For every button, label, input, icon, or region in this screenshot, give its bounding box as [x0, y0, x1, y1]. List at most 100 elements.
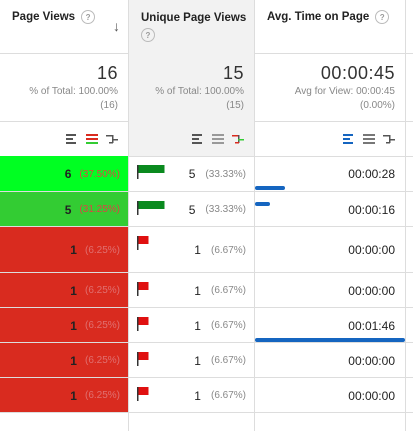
cell-unique-page-views: 1 (6.67%) — [129, 273, 254, 308]
avg-time-bar — [255, 186, 285, 190]
header-unique-page-views-label: Unique Page Views — [141, 12, 247, 24]
total-percent: % of Total: 100.00% — [29, 86, 118, 97]
unique-page-views-value: 1 — [194, 388, 201, 403]
unique-page-views-percent: (6.67%) — [210, 355, 246, 366]
total-unique-page-views: 15 % of Total: 100.00% (15) — [129, 53, 254, 121]
avg-time-value: 00:00:00 — [348, 283, 395, 298]
cell-avg-time-on-page: 00:00:00 — [255, 273, 405, 308]
cell-unique-page-views: 1 (6.67%) — [129, 378, 254, 413]
flag-icon — [137, 282, 149, 296]
unique-page-views-value: 1 — [194, 243, 201, 257]
table-row: 1 (6.25%) 1 (6.67%) 00:00:00 — [0, 227, 413, 273]
cell-page-views: 5 (31.25%) — [0, 192, 128, 227]
comparison-view-icon[interactable] — [383, 133, 395, 145]
cell-avg-time-on-page: 00:00:00 — [255, 227, 405, 273]
header-page-views-label: Page Views — [12, 11, 76, 24]
flag-icon — [137, 387, 149, 401]
page-views-percent: (6.25%) — [84, 320, 120, 331]
avg-viz-toggles — [255, 121, 405, 156]
page-views-value: 5 — [64, 202, 72, 217]
total-count: (16) — [100, 100, 118, 111]
unique-page-views-value: 5 — [188, 202, 196, 217]
flag-icon — [137, 352, 149, 366]
avg-time-value: 00:00:28 — [348, 167, 395, 181]
header-avg-time-on-page[interactable]: Avg. Time on Page? — [255, 0, 405, 53]
page-views-percent: (31.25%) — [79, 204, 120, 215]
avg-time-value: 00:00:16 — [348, 202, 395, 217]
page-views-value: 1 — [70, 353, 77, 368]
analytics-table: Page Views? ↓ Unique Page Views ? Avg. T… — [0, 0, 413, 431]
avg-time-value: 00:00:00 — [348, 388, 395, 403]
flag-icon — [137, 165, 165, 179]
avg-time-bar — [255, 202, 270, 206]
help-icon[interactable]: ? — [81, 10, 96, 24]
cell-avg-time-on-page: 00:00:00 — [255, 343, 405, 378]
page-views-value: 1 — [70, 283, 77, 298]
cell-unique-page-views: 1 (6.67%) — [129, 343, 254, 378]
total-avg-time: 00:00:45 Avg for View: 00:00:45 (0.00%) — [255, 53, 405, 121]
pv-viz-toggles — [0, 121, 128, 156]
total-value: 16 — [96, 63, 118, 83]
cell-page-views: 1 (6.25%) — [0, 308, 128, 343]
bar-view-icon[interactable] — [66, 133, 78, 145]
cell-page-views: 1 (6.25%) — [0, 343, 128, 378]
total-value: 00:00:45 — [320, 63, 395, 83]
page-views-percent: (6.25%) — [84, 285, 120, 296]
unique-page-views-percent: (6.67%) — [210, 244, 246, 256]
header-page-views[interactable]: Page Views? ↓ — [0, 0, 128, 53]
cell-page-views: 1 (6.25%) — [0, 273, 128, 308]
page-views-percent: (37.50%) — [79, 168, 120, 180]
page-views-percent: (6.25%) — [84, 244, 120, 256]
header-avg-time-label: Avg. Time on Page — [267, 11, 370, 24]
unique-page-views-percent: (6.67%) — [210, 320, 246, 331]
total-count: (15) — [226, 100, 244, 111]
flag-icon — [137, 317, 149, 331]
table-row: 1 (6.25%) 1 (6.67%) 00:00:00 — [0, 343, 413, 378]
table-row: 1 (6.25%) 1 (6.67%) 00:00:00 — [0, 378, 413, 413]
unique-page-views-percent: (6.67%) — [210, 390, 246, 401]
help-icon[interactable]: ? — [141, 28, 155, 42]
avg-time-value: 00:00:00 — [348, 353, 395, 368]
unique-page-views-percent: (33.33%) — [205, 168, 246, 180]
cell-avg-time-on-page: 00:00:00 — [255, 378, 405, 413]
cell-unique-page-views: 5 (33.33%) — [129, 156, 254, 192]
upv-viz-toggles — [129, 121, 254, 156]
heatmap-view-icon[interactable] — [86, 133, 98, 145]
unique-page-views-value: 1 — [194, 353, 201, 368]
comparison-view-icon[interactable] — [106, 133, 118, 145]
avg-time-value: 00:01:46 — [348, 318, 395, 333]
page-views-value: 1 — [70, 388, 77, 403]
bar-view-icon[interactable] — [343, 133, 355, 145]
unique-page-views-percent: (6.67%) — [210, 285, 246, 296]
bar-view-icon[interactable] — [192, 133, 204, 145]
flag-icon — [137, 201, 165, 215]
total-avg-for-view: Avg for View: 00:00:45 — [294, 86, 395, 97]
table-row: 1 (6.25%) 1 (6.67%) 00:01:46 — [0, 308, 413, 343]
page-views-percent: (6.25%) — [84, 355, 120, 366]
page-views-value: 1 — [70, 243, 77, 257]
unique-page-views-value: 1 — [194, 318, 201, 333]
unique-page-views-percent: (33.33%) — [205, 204, 246, 215]
page-views-value: 6 — [64, 167, 72, 181]
help-icon[interactable]: ? — [375, 10, 390, 24]
total-page-views: 16 % of Total: 100.00% (16) — [0, 53, 128, 121]
heatmap-view-icon[interactable] — [363, 133, 375, 145]
table-row: 1 (6.25%) 1 (6.67%) 00:00:00 — [0, 273, 413, 308]
table-row: 5 (31.25%) 5 (33.33%) 00:00:16 — [0, 192, 413, 227]
cell-avg-time-on-page: 00:00:16 — [255, 192, 405, 227]
avg-time-value: 00:00:00 — [348, 243, 395, 257]
cell-unique-page-views: 1 (6.67%) — [129, 227, 254, 273]
page-views-value: 1 — [70, 318, 77, 333]
header-unique-page-views[interactable]: Unique Page Views ? — [129, 0, 254, 53]
heatmap-view-icon[interactable] — [212, 133, 224, 145]
unique-page-views-value: 1 — [194, 283, 201, 298]
comparison-view-icon[interactable] — [232, 133, 244, 145]
total-percent: (0.00%) — [359, 100, 395, 111]
sort-descending-icon[interactable]: ↓ — [113, 18, 120, 34]
cell-page-views: 6 (37.50%) — [0, 156, 128, 192]
flag-icon — [137, 236, 149, 250]
table-row: 6 (37.50%) 5 (33.33%) 00:00:28 — [0, 156, 413, 192]
cell-unique-page-views: 1 (6.67%) — [129, 308, 254, 343]
unique-page-views-value: 5 — [188, 167, 196, 181]
cell-page-views: 1 (6.25%) — [0, 378, 128, 413]
